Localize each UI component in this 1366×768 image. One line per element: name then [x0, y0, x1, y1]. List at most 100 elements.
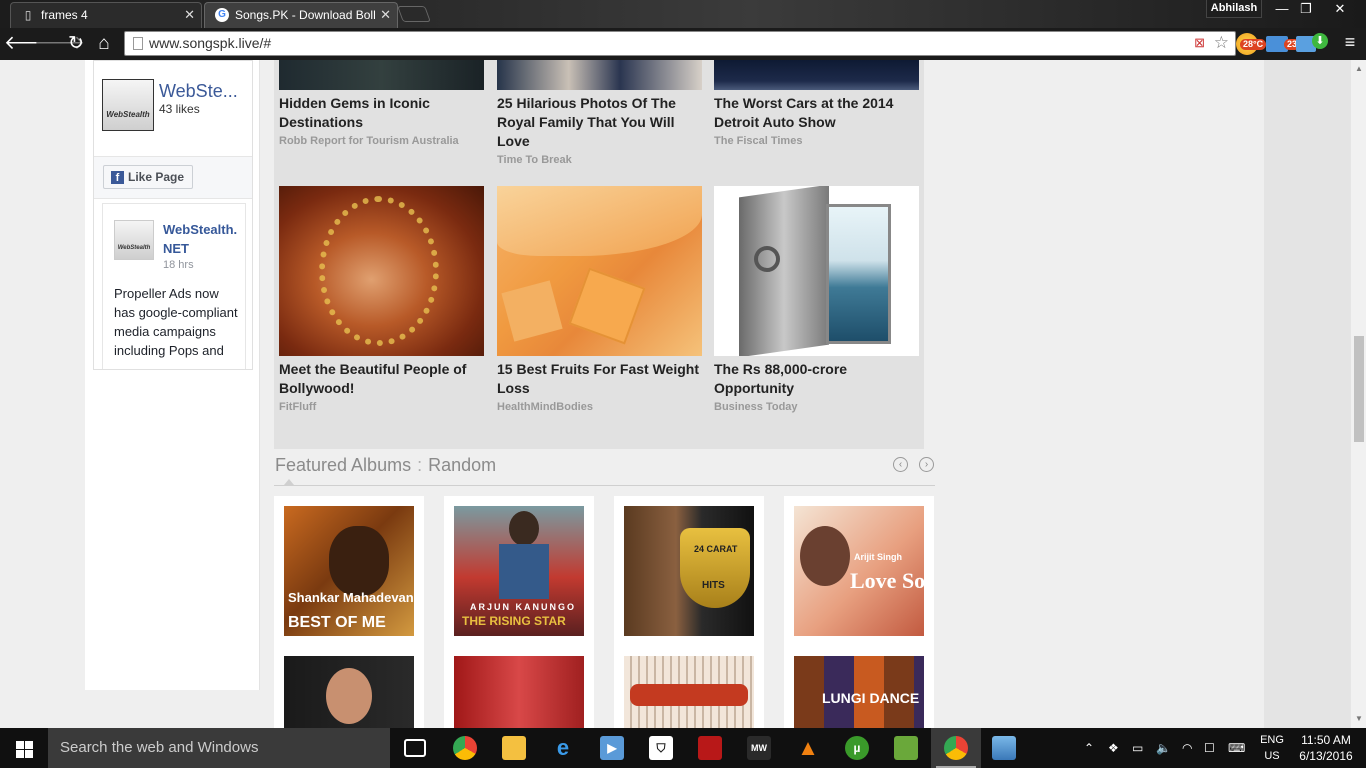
album-title: THE RISING STAR [462, 614, 566, 628]
windows-logo-icon [16, 741, 24, 749]
ad-source: Time To Break [497, 154, 572, 166]
back-button[interactable]: 🡐 [4, 32, 55, 56]
like-page-button[interactable]: f Like Page [103, 165, 193, 189]
store-icon[interactable]: ⛉ [649, 736, 673, 760]
sponsored-card[interactable]: The Worst Cars at the 2014 Detroit Auto … [714, 60, 919, 147]
volume-icon[interactable]: 🔈 [1156, 728, 1171, 768]
profile-button[interactable]: Abhilash [1206, 0, 1262, 18]
forward-button[interactable]: 🡒 [34, 32, 85, 56]
scroll-down-icon[interactable]: ▼ [1351, 714, 1366, 723]
keyboard-icon[interactable]: ⌨ [1228, 728, 1245, 768]
vlc-icon[interactable]: ▲ [796, 736, 820, 760]
minimize-button[interactable]: — [1270, 0, 1294, 18]
close-window-button[interactable]: ✕ [1328, 0, 1352, 18]
sponsored-card[interactable]: Meet the Beautiful People of Bollywood! … [279, 186, 484, 413]
menu-icon[interactable]: ≡ [1338, 32, 1362, 53]
taskbar-search[interactable]: Search the web and Windows [48, 728, 390, 768]
chrome-icon[interactable] [453, 736, 477, 760]
album-card[interactable] [614, 646, 764, 728]
album-card[interactable] [444, 646, 594, 728]
battery-icon[interactable]: ▭ [1132, 728, 1143, 768]
album-card[interactable]: Shankar Mahadevan BEST OF ME [274, 496, 424, 646]
album-cover[interactable] [284, 656, 414, 728]
address-bar[interactable]: www.songspk.live/# ⊠ ☆ [124, 31, 1236, 56]
ad-source: Robb Report for Tourism Australia [279, 135, 459, 147]
ad-title[interactable]: 25 Hilarious Photos Of The Royal Family … [497, 94, 702, 151]
internet-explorer-icon[interactable]: e [551, 736, 575, 760]
ad-image[interactable] [497, 186, 702, 356]
album-cover[interactable]: 24 CARAT HITS [624, 506, 754, 636]
facebook-icon: f [111, 171, 124, 184]
mw-app-icon[interactable]: MW [747, 736, 771, 760]
post-time[interactable]: 18 hrs [163, 259, 194, 271]
input-language[interactable]: ENG US [1256, 732, 1288, 764]
tab-frames[interactable]: ▯ frames 4 ✕ [10, 2, 202, 28]
ad-source: Business Today [714, 401, 798, 413]
show-hidden-icons[interactable]: ⌃ [1084, 728, 1094, 768]
task-view-icon[interactable] [404, 739, 426, 757]
ad-title[interactable]: Hidden Gems in Iconic Destinations [279, 94, 484, 132]
ad-title[interactable]: The Worst Cars at the 2014 Detroit Auto … [714, 94, 919, 132]
fb-page-name[interactable]: WebSte... [159, 81, 238, 102]
carousel-prev-icon[interactable]: ‹ [893, 457, 908, 472]
page-scrollbar[interactable]: ▲ ▼ [1350, 60, 1366, 728]
sponsored-card[interactable]: 15 Best Fruits For Fast Weight Loss Heal… [497, 186, 702, 413]
post-author[interactable]: WebStealth.NET [163, 220, 241, 258]
system-clock[interactable]: 11:50 AM 6/13/2016 [1294, 732, 1358, 764]
album-card[interactable] [274, 646, 424, 728]
home-button[interactable]: ⌂ [92, 32, 116, 56]
carousel-next-icon[interactable]: › [919, 457, 934, 472]
album-card[interactable]: 24 CARAT HITS [614, 496, 764, 646]
photos-icon[interactable] [992, 736, 1016, 760]
ad-title[interactable]: The Rs 88,000-crore Opportunity [714, 360, 919, 398]
sponsored-card[interactable]: 25 Hilarious Photos Of The Royal Family … [497, 60, 702, 166]
webstealth-logo[interactable]: WebStealth [102, 79, 154, 131]
utorrent-icon[interactable]: µ [845, 736, 869, 760]
new-tab-button[interactable] [397, 6, 431, 22]
wifi-icon[interactable]: ◠ [1182, 728, 1192, 768]
restore-button[interactable]: ❐ [1294, 0, 1318, 18]
right-gutter [1264, 60, 1350, 728]
album-cover[interactable] [454, 656, 584, 728]
download-extension-icon[interactable]: ⬇ [1312, 33, 1328, 49]
start-button[interactable] [0, 728, 48, 768]
bookmark-star-icon[interactable]: ☆ [1214, 33, 1229, 53]
album-cover[interactable]: Shankar Mahadevan BEST OF ME [284, 506, 414, 636]
album-cover[interactable]: Arijit Singh Love Songs [794, 506, 924, 636]
popup-blocked-icon[interactable]: ⊠ [1194, 35, 1205, 51]
game-icon[interactable] [698, 736, 722, 760]
tab-close-icon[interactable]: ✕ [380, 3, 391, 27]
chrome-active-icon[interactable] [944, 736, 968, 760]
album-cover[interactable]: ARJUN KANUNGO THE RISING STAR [454, 506, 584, 636]
notifications-icon[interactable]: ☐ [1204, 728, 1215, 768]
file-explorer-icon[interactable] [502, 736, 526, 760]
notepad-plus-icon[interactable] [894, 736, 918, 760]
ad-source: FitFluff [279, 401, 317, 413]
post-author-avatar[interactable]: WebStealth [114, 220, 154, 260]
album-cover[interactable] [624, 656, 754, 728]
ad-title[interactable]: Meet the Beautiful People of Bollywood! [279, 360, 484, 398]
ad-title[interactable]: 15 Best Fruits For Fast Weight Loss [497, 360, 702, 398]
album-cover[interactable]: LUNGI DANCE [794, 656, 924, 728]
section-mode: Random [428, 455, 497, 475]
album-card[interactable]: ARJUN KANUNGO THE RISING STAR [444, 496, 594, 646]
reload-button[interactable]: ↻ [64, 32, 88, 56]
album-card[interactable]: LUNGI DANCE [784, 646, 934, 728]
ad-image[interactable] [279, 60, 484, 90]
tab-close-icon[interactable]: ✕ [184, 3, 195, 27]
sponsored-card[interactable]: The Rs 88,000-crore Opportunity Business… [714, 186, 919, 413]
ad-image[interactable] [714, 60, 919, 90]
tab-songspk[interactable]: G Songs.PK - Download Boll ✕ [204, 2, 398, 28]
dropbox-icon[interactable]: ❖ [1108, 728, 1119, 768]
album-card[interactable]: Arijit Singh Love Songs [784, 496, 934, 646]
tab-title: frames 4 [41, 8, 88, 22]
ad-image[interactable] [279, 186, 484, 356]
ad-source: The Fiscal Times [714, 135, 803, 147]
fb-page-header: WebStealth WebSte... 43 likes [94, 61, 252, 157]
ad-image[interactable] [497, 60, 702, 90]
ad-image[interactable] [714, 186, 919, 356]
sponsored-card[interactable]: Hidden Gems in Iconic Destinations Robb … [279, 60, 484, 147]
scroll-up-icon[interactable]: ▲ [1351, 64, 1366, 73]
media-player-icon[interactable]: ▶ [600, 736, 624, 760]
scrollbar-thumb[interactable] [1354, 336, 1364, 442]
